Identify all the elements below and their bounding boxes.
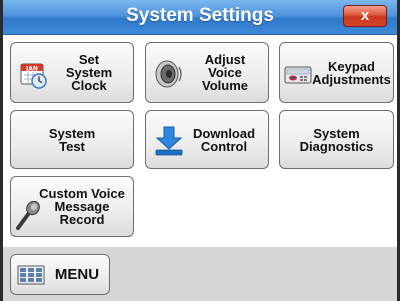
close-button[interactable]: x bbox=[343, 5, 387, 27]
bottom-bar: MENU bbox=[3, 247, 397, 301]
download-control-label-2: Control bbox=[200, 138, 248, 154]
window-title: System Settings bbox=[126, 5, 274, 26]
title-bar: System Settings x bbox=[3, 0, 397, 35]
system-test-button[interactable]: System Test bbox=[10, 110, 134, 169]
calendar-clock-icon: JAN bbox=[20, 63, 47, 89]
keypad-adjustments-label-1: Keypad bbox=[328, 58, 375, 74]
set-system-clock-label-3: Clock bbox=[71, 78, 107, 93]
custom-voice-label-3: Record bbox=[59, 212, 105, 227]
custom-voice-message-record-button[interactable]: Custom Voice Message Record bbox=[10, 176, 134, 237]
set-system-clock-button[interactable]: JAN Set System Clock bbox=[10, 42, 134, 103]
system-test-label-2: Test bbox=[59, 138, 85, 154]
system-test-label-1: System bbox=[48, 125, 96, 141]
menu-button[interactable]: MENU bbox=[10, 254, 110, 295]
download-control-label-1: Download bbox=[192, 125, 256, 141]
grid-menu-icon bbox=[17, 265, 45, 285]
speaker-icon bbox=[155, 60, 182, 88]
download-control-button[interactable]: Download Control bbox=[145, 110, 269, 169]
system-diagnostics-label-1: System bbox=[313, 125, 360, 141]
system-settings-window: System Settings x JAN Set System Clock A… bbox=[0, 0, 400, 301]
download-icon bbox=[155, 126, 183, 156]
menu-label: MENU bbox=[54, 266, 100, 283]
calendar-month-label: JAN bbox=[25, 65, 38, 72]
system-diagnostics-button[interactable]: System Diagnostics bbox=[279, 110, 394, 169]
keypad-adjustments-label-2: Adjustments bbox=[312, 71, 391, 87]
adjust-voice-volume-button[interactable]: Adjust Voice Volume bbox=[145, 42, 269, 103]
system-diagnostics-label-2: Diagnostics bbox=[299, 138, 374, 154]
keypad-icon bbox=[284, 66, 312, 84]
keypad-adjustments-button[interactable]: Keypad Adjustments bbox=[279, 42, 394, 103]
adjust-voice-volume-label-3: Volume bbox=[202, 78, 248, 93]
